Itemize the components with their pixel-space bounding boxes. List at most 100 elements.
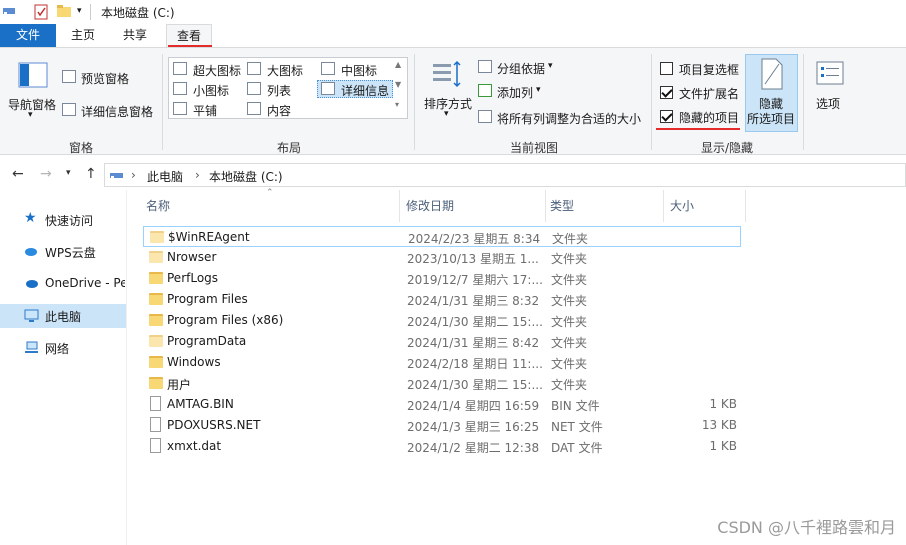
nav-item-quick-access[interactable]: ★ 快速访问 <box>0 208 126 232</box>
layout-scroll-down[interactable]: ▼ <box>395 80 401 89</box>
layout-medium-icons[interactable]: 中图标 <box>321 60 387 78</box>
nav-item-network[interactable]: 网络 <box>0 336 126 360</box>
file-extensions-checkbox[interactable] <box>660 86 673 99</box>
table-row[interactable]: PDOXUSRS.NET 2024/1/3 星期三 16:25 NET 文件 13 K… <box>143 415 741 436</box>
preview-pane-icon <box>62 70 76 83</box>
nav-item-wps-cloud[interactable]: WPS云盘 <box>0 240 126 264</box>
nav-item-label: 快速访问 <box>45 214 94 228</box>
show-hide-group-label: 显示/隐藏 <box>700 141 754 155</box>
back-arrow-icon[interactable]: ← <box>12 166 24 182</box>
item-checkboxes-checkbox[interactable] <box>660 62 673 75</box>
address-field[interactable]: › 此电脑 › 本地磁盘 (C:) <box>104 163 906 187</box>
file-date: 2023/10/13 星期五 1... <box>407 252 539 266</box>
column-header-type[interactable]: 类型 <box>546 190 664 222</box>
column-header-date[interactable]: 修改日期 <box>402 190 546 222</box>
tab-home[interactable]: 主页 <box>66 24 100 48</box>
item-checkboxes-toggle[interactable]: 项目复选框 <box>658 60 742 78</box>
breadcrumb-local-disk[interactable]: 本地磁盘 (C:) <box>209 168 283 185</box>
title-bar: ▾ 本地磁盘 (C:) <box>0 0 906 24</box>
file-name: $WinREAgent <box>168 230 250 244</box>
options-button[interactable]: 选项 <box>808 56 852 130</box>
chevron-down-icon: ▾ <box>28 110 33 120</box>
list-label: 列表 <box>267 84 292 98</box>
medium-icons-label: 中图标 <box>341 64 378 78</box>
panes-group-label: 窗格 <box>68 141 93 155</box>
hidden-items-toggle[interactable]: 隐藏的项目 <box>658 108 742 126</box>
details-label: 详细信息 <box>341 84 390 98</box>
group-by-button[interactable]: 分组依据 ▾ <box>478 58 560 76</box>
nav-item-this-pc[interactable]: 此电脑 <box>0 304 126 328</box>
navigation-pane: ★ 快速访问 WPS云盘 OneDrive - Pe 此电脑 网络 <box>0 190 127 545</box>
sort-by-button[interactable]: 排序方式 ▾ <box>420 56 474 130</box>
file-type: NET 文件 <box>551 420 603 434</box>
table-row[interactable]: Program Files 2024/1/31 星期三 8:32 文件夹 <box>143 289 741 310</box>
tab-file[interactable]: 文件 <box>0 24 56 48</box>
content-label: 内容 <box>267 104 292 118</box>
file-date: 2019/12/7 星期六 17:... <box>407 273 543 287</box>
properties-icon[interactable] <box>34 4 48 23</box>
table-row[interactable]: Windows 2024/2/18 星期日 11:... 文件夹 <box>143 352 741 373</box>
divider <box>803 54 804 150</box>
divider <box>651 54 652 150</box>
network-icon <box>24 341 38 354</box>
new-folder-icon[interactable] <box>56 4 72 21</box>
navigation-pane-button[interactable]: 导航窗格 ▾ <box>6 56 58 126</box>
highlight-underline <box>656 128 740 130</box>
hidden-items-checkbox[interactable] <box>660 110 673 123</box>
folder-icon <box>149 293 163 305</box>
options-label: 选项 <box>816 97 841 111</box>
tiles-icon <box>173 102 187 115</box>
file-type: 文件夹 <box>551 378 588 392</box>
layout-content[interactable]: 内容 <box>247 100 313 118</box>
table-row[interactable]: Nrowser 2023/10/13 星期五 1... 文件夹 <box>143 247 741 268</box>
file-date: 2024/1/31 星期三 8:32 <box>407 294 540 308</box>
tab-share[interactable]: 共享 <box>118 24 152 48</box>
nav-item-onedrive[interactable]: OneDrive - Pe <box>0 272 126 296</box>
ribbon: 导航窗格 ▾ 预览窗格 详细信息窗格 窗格 超大图标 大图标 中图标 小图标 列… <box>0 47 906 155</box>
folder-icon <box>149 335 163 347</box>
up-arrow-icon[interactable]: ↑ <box>85 166 97 182</box>
details-pane-icon <box>62 103 76 116</box>
layout-expand[interactable]: ▾ <box>395 100 399 109</box>
file-size: 1 KB <box>709 439 737 453</box>
add-columns-button[interactable]: 添加列 ▾ <box>478 82 550 100</box>
table-row[interactable]: 用户 2024/1/30 星期二 15:... 文件夹 <box>143 373 741 394</box>
layout-scroll-up[interactable]: ▲ <box>395 60 401 69</box>
quick-access-dropdown-icon[interactable]: ▾ <box>77 6 82 16</box>
file-extensions-toggle[interactable]: 文件扩展名 <box>658 84 742 102</box>
folder-icon <box>149 314 163 326</box>
file-name: Nrowser <box>167 250 217 264</box>
add-columns-label: 添加列 <box>497 86 534 100</box>
file-date: 2024/1/4 星期四 16:59 <box>407 399 540 413</box>
recent-locations-chevron-icon[interactable]: ▾ <box>66 168 71 178</box>
table-row[interactable]: Program Files (x86) 2024/1/30 星期二 15:... 文… <box>143 310 741 331</box>
navigation-pane-icon <box>18 62 48 88</box>
fit-columns-button[interactable]: 将所有列调整为合适的大小 <box>478 108 648 126</box>
table-row[interactable]: AMTAG.BIN 2024/1/4 星期四 16:59 BIN 文件 1 KB <box>143 394 741 415</box>
forward-arrow-icon[interactable]: → <box>40 166 52 182</box>
table-row[interactable]: PerfLogs 2019/12/7 星期六 17:... 文件夹 <box>143 268 741 289</box>
breadcrumb-this-pc[interactable]: 此电脑 <box>147 168 183 185</box>
preview-pane-button[interactable]: 预览窗格 <box>62 68 134 86</box>
list-icon <box>247 82 261 95</box>
divider <box>414 54 415 150</box>
table-row[interactable]: $WinREAgent 2024/2/23 星期五 8:34 文件夹 <box>143 226 741 247</box>
hidden-items-label: 隐藏的项目 <box>679 111 740 125</box>
layout-large-icons[interactable]: 大图标 <box>247 60 313 78</box>
table-row[interactable]: xmxt.dat 2024/1/2 星期二 12:38 DAT 文件 1 KB <box>143 436 741 457</box>
layout-tiles[interactable]: 平铺 <box>173 100 245 118</box>
column-header-name[interactable]: 名称 <box>142 190 400 222</box>
group-by-label: 分组依据 <box>497 62 546 76</box>
hide-selected-items-button[interactable]: 隐藏 所选项目 <box>745 54 798 132</box>
layout-extra-large-icons[interactable]: 超大图标 <box>173 60 245 78</box>
table-row[interactable]: ProgramData 2024/1/31 星期三 8:42 文件夹 <box>143 331 741 352</box>
file-type: 文件夹 <box>552 232 589 246</box>
layout-list[interactable]: 列表 <box>247 80 313 98</box>
computer-icon <box>24 309 39 322</box>
layout-details[interactable]: 详细信息 <box>321 80 393 98</box>
details-pane-button[interactable]: 详细信息窗格 <box>62 101 158 119</box>
column-header-size[interactable]: 大小 <box>666 190 746 222</box>
file-name: 用户 <box>167 378 192 392</box>
file-name: PerfLogs <box>167 271 219 285</box>
layout-small-icons[interactable]: 小图标 <box>173 80 245 98</box>
